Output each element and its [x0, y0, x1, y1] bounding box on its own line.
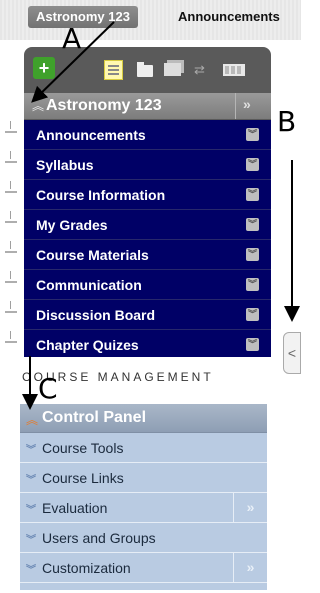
course-menu-panel: + ⇄ ︽ Astronomy 123 » Announcements ︾ Syll…	[24, 47, 271, 357]
course-menu-item-label: My Grades	[36, 217, 108, 233]
course-management-panel: ︽ Control Panel ︾ Course Tools ︾ Course Lin…	[20, 404, 267, 590]
folder-icon[interactable]	[137, 62, 153, 77]
annotation-c: C	[38, 372, 58, 405]
course-menu-item-label: Syllabus	[36, 157, 94, 173]
chevron-down-icon: ︾	[26, 505, 36, 516]
course-menu-item-label: Course Information	[36, 187, 166, 203]
chevron-down-icon: ︾	[26, 535, 36, 546]
list-view-icon[interactable]	[104, 60, 123, 80]
breadcrumb-page: Announcements	[178, 9, 280, 24]
course-menu-item[interactable]: Announcements ︾	[24, 120, 271, 150]
control-panel-item[interactable]: ︾ Customization »	[20, 553, 267, 583]
course-menu-item-label: Discussion Board	[36, 307, 156, 323]
control-panel-item[interactable]: ︾ Course Links	[20, 463, 267, 493]
control-panel-header[interactable]: ︽ Control Panel	[20, 404, 267, 433]
control-panel-item-label: Course Links	[42, 470, 124, 486]
chevron-down-icon[interactable]: ︾	[246, 158, 259, 171]
chevron-down-icon[interactable]: ︾	[246, 338, 259, 351]
grid-icon[interactable]	[223, 64, 245, 76]
course-menu-item[interactable]: Syllabus ︾	[24, 150, 271, 180]
add-icon[interactable]: +	[33, 57, 55, 79]
control-panel-title: Control Panel	[42, 409, 147, 426]
course-menu-header[interactable]: ︽ Astronomy 123 »	[24, 93, 271, 119]
control-panel-item[interactable]: ︾ Course Tools	[20, 433, 267, 463]
divider	[235, 93, 236, 119]
chevron-down-icon[interactable]: ︾	[246, 218, 259, 231]
control-panel-item-label: Customization	[42, 560, 131, 576]
stack-icon[interactable]	[164, 63, 181, 76]
annotation-b: B	[277, 105, 297, 138]
breadcrumb-bar: Astronomy 123 Announcements	[0, 0, 301, 40]
control-panel-item-label: Course Tools	[42, 440, 124, 456]
breadcrumb-course[interactable]: Astronomy 123	[28, 6, 138, 28]
sync-icon[interactable]: ⇄	[194, 62, 208, 78]
chevron-up-icon: ︽	[32, 99, 45, 113]
course-menu-item[interactable]: Course Materials ︾	[24, 240, 271, 270]
chevron-down-icon: ︾	[26, 475, 36, 486]
chevron-down-icon[interactable]: ︾	[246, 308, 259, 321]
course-menu-item-label: Communication	[36, 277, 142, 293]
course-menu-item-label: Announcements	[36, 127, 146, 143]
control-panel-item-label: Users and Groups	[42, 530, 156, 546]
chevron-down-icon: ︾	[26, 445, 36, 456]
chevron-down-icon[interactable]: ︾	[246, 188, 259, 201]
chevron-up-icon: ︽	[26, 413, 39, 427]
control-panel-list: ︾ Course Tools ︾ Course Links ︾ Evaluation » ︾ U…	[20, 433, 267, 583]
chevron-down-icon[interactable]: ︾	[246, 128, 259, 141]
control-panel-item-label: Evaluation	[42, 500, 108, 516]
course-menu-item-label: Course Materials	[36, 247, 149, 263]
course-menu-item-label: Chapter Quizes	[36, 337, 139, 353]
control-panel-item[interactable]: ︾ Evaluation »	[20, 493, 267, 523]
expand-submenu-icon[interactable]: »	[233, 553, 267, 582]
course-menu-item[interactable]: My Grades ︾	[24, 210, 271, 240]
course-menu-list: Announcements ︾ Syllabus ︾ Course Informatio…	[24, 120, 271, 357]
course-menu-item[interactable]: Discussion Board ︾	[24, 300, 271, 330]
course-menu-item[interactable]: Course Information ︾	[24, 180, 271, 210]
chevron-down-icon: ︾	[26, 565, 36, 576]
drag-handles[interactable]	[5, 121, 17, 357]
annotation-a: A	[62, 22, 82, 55]
collapse-sidebar-tab[interactable]: <	[283, 332, 301, 374]
expand-submenu-icon[interactable]: »	[233, 493, 267, 522]
chevron-down-icon[interactable]: ︾	[246, 278, 259, 291]
course-menu-item[interactable]: Chapter Quizes ︾	[24, 330, 271, 357]
collapse-menu-button[interactable]: »	[243, 96, 251, 112]
course-menu-title: Astronomy 123	[46, 97, 162, 114]
control-panel-item[interactable]: ︾ Users and Groups	[20, 523, 267, 553]
chevron-down-icon[interactable]: ︾	[246, 248, 259, 261]
course-menu-item[interactable]: Communication ︾	[24, 270, 271, 300]
